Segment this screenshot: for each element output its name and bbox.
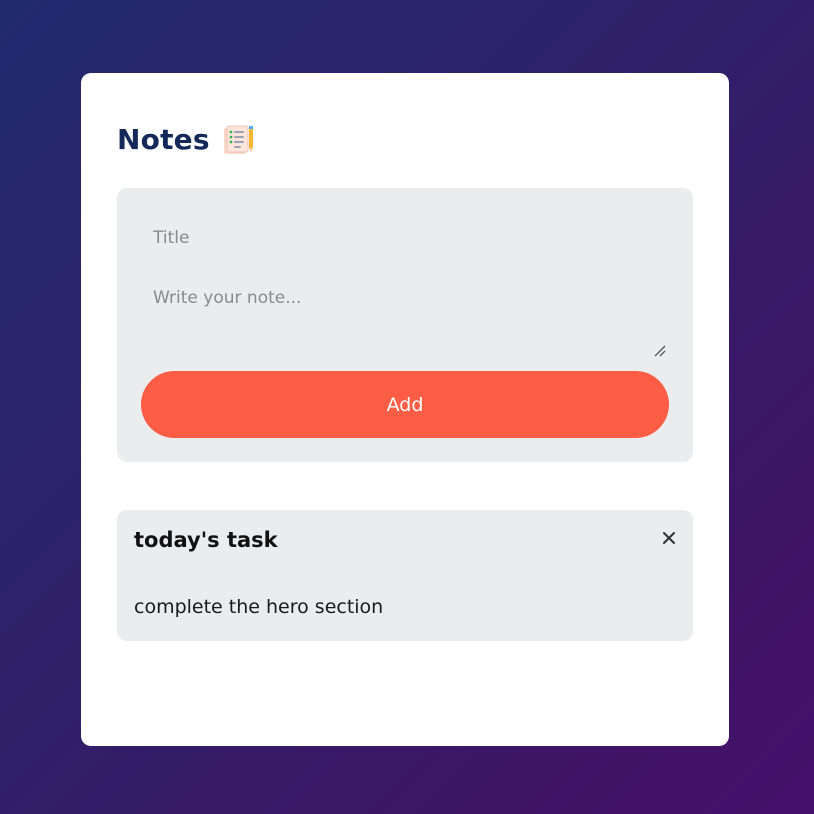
note-body: complete the hero section bbox=[134, 596, 384, 618]
note-textarea[interactable] bbox=[141, 284, 671, 354]
note-form: Add bbox=[117, 188, 693, 462]
add-button[interactable]: Add bbox=[141, 371, 669, 438]
close-icon bbox=[663, 532, 675, 544]
notepad-icon bbox=[223, 125, 253, 154]
notes-app-card: Notes Add today's task bbox=[81, 73, 729, 746]
title-input[interactable] bbox=[141, 218, 641, 258]
note-card: today's task complete the hero section bbox=[117, 510, 693, 641]
note-title: today's task bbox=[134, 528, 278, 552]
app-header: Notes bbox=[117, 123, 254, 156]
delete-note-button[interactable] bbox=[657, 526, 681, 550]
resize-handle-icon[interactable] bbox=[653, 344, 667, 358]
page-title: Notes bbox=[117, 123, 210, 156]
